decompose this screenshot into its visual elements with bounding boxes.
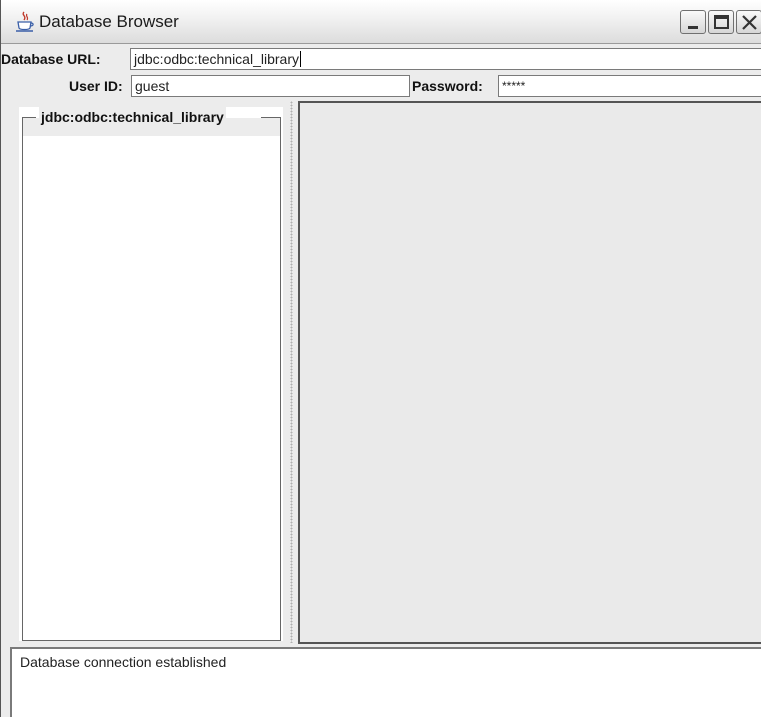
password-value: ***** (502, 79, 526, 93)
table-content-panel[interactable] (298, 101, 761, 644)
text-caret (299, 51, 301, 67)
minimize-button[interactable] (680, 10, 706, 34)
database-tree-panel[interactable]: jdbc:odbc:technical_library (19, 107, 283, 641)
tree-root-title[interactable]: jdbc:odbc:technical_library (39, 107, 226, 127)
password-input[interactable]: ***** (498, 75, 761, 97)
database-url-input[interactable]: jdbc:odbc:technical_library (130, 48, 761, 70)
database-browser-window: Database Browser Database URL: jdbc:odbc… (0, 0, 761, 717)
close-icon (742, 15, 757, 30)
user-id-value: guest (135, 78, 170, 94)
java-cup-icon (15, 11, 35, 33)
maximize-icon (714, 15, 729, 29)
password-label: Password: (412, 78, 483, 94)
database-url-label: Database URL: (1, 51, 101, 67)
minimize-icon (688, 26, 698, 29)
tree-border-top-left (22, 117, 36, 118)
user-id-label: User ID: (69, 78, 123, 94)
maximize-button[interactable] (708, 10, 734, 34)
status-message: Database connection established (20, 654, 227, 670)
title-bar[interactable]: Database Browser (1, 0, 761, 44)
close-button[interactable] (736, 10, 761, 34)
tree-border (22, 117, 281, 641)
user-id-input[interactable]: guest (131, 75, 410, 97)
split-pane-divider[interactable] (286, 101, 297, 643)
window-title: Database Browser (39, 12, 179, 31)
status-area[interactable]: Database connection established (10, 647, 761, 717)
database-url-value: jdbc:odbc:technical_library (134, 51, 299, 67)
tree-border-top-right (261, 117, 281, 118)
